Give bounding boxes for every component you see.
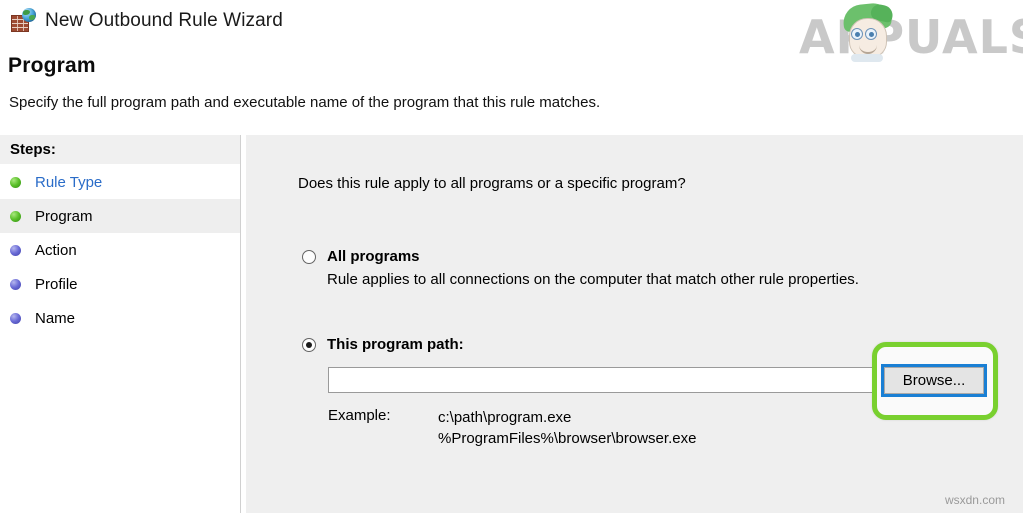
question-label: Does this rule apply to all programs or … (298, 175, 686, 192)
example-label: Example: (328, 407, 391, 424)
sidebar-item-name[interactable]: Name (0, 301, 240, 335)
appuals-logo: APPUALS (799, 1, 1023, 64)
sidebar-item-label: Name (35, 309, 76, 327)
sidebar-item-profile[interactable]: Profile (0, 267, 240, 301)
page-title: Program (8, 54, 96, 77)
firewall-brickwall-globe-icon (10, 8, 36, 34)
radio-all-programs-description: Rule applies to all connections on the c… (327, 271, 859, 288)
steps-header-label: Steps: (10, 141, 56, 158)
sidebar-item-label: Program (35, 207, 93, 225)
step-bullet-icon (10, 278, 21, 290)
program-path-input[interactable] (328, 367, 881, 393)
example-path-2: %ProgramFiles%\browser\browser.exe (438, 430, 697, 447)
site-watermark: wsxdn.com (944, 493, 1005, 507)
step-bullet-icon (10, 176, 21, 188)
program-path-row (328, 367, 953, 393)
radio-this-program-path[interactable] (302, 337, 316, 352)
wizard-title-row: New Outbound Rule Wizard (10, 8, 283, 34)
sidebar-item-label: Rule Type (35, 173, 103, 191)
steps-header: Steps: (0, 135, 240, 165)
sidebar-item-action[interactable]: Action (0, 233, 240, 267)
radio-option-this-program-path[interactable]: This program path: (302, 336, 464, 353)
wizard-body: Steps: Rule Type Program Action Profile … (0, 135, 1023, 513)
step-bullet-icon (10, 210, 21, 222)
radio-option-all-programs[interactable]: All programs Rule applies to all connect… (302, 248, 859, 288)
radio-all-programs[interactable] (302, 249, 316, 264)
step-bullet-icon (10, 244, 21, 256)
main-content-panel: Does this rule apply to all programs or … (246, 135, 1023, 513)
appuals-logo-text: APPUALS (799, 10, 1023, 64)
appuals-mascot-face-icon (841, 1, 895, 62)
radio-all-programs-label: All programs (327, 248, 420, 265)
sidebar-item-rule-type[interactable]: Rule Type (0, 165, 240, 199)
sidebar-item-label: Action (35, 241, 77, 259)
example-path-1: c:\path\program.exe (438, 409, 572, 426)
sidebar-item-label: Profile (35, 275, 78, 293)
example-values: c:\path\program.exe %ProgramFiles%\brows… (438, 407, 696, 449)
wizard-header: New Outbound Rule Wizard Program Specify… (0, 0, 1023, 130)
sidebar-item-program[interactable]: Program (0, 199, 240, 233)
browse-button[interactable]: Browse... (881, 364, 987, 397)
example-block: Example: c:\path\program.exe %ProgramFil… (328, 407, 696, 449)
page-subtitle: Specify the full program path and execut… (9, 94, 601, 111)
steps-sidebar: Steps: Rule Type Program Action Profile … (0, 135, 241, 513)
browse-button-label: Browse... (884, 367, 984, 394)
window-title: New Outbound Rule Wizard (45, 10, 283, 31)
radio-this-program-path-label: This program path: (327, 336, 464, 353)
step-bullet-icon (10, 312, 21, 324)
